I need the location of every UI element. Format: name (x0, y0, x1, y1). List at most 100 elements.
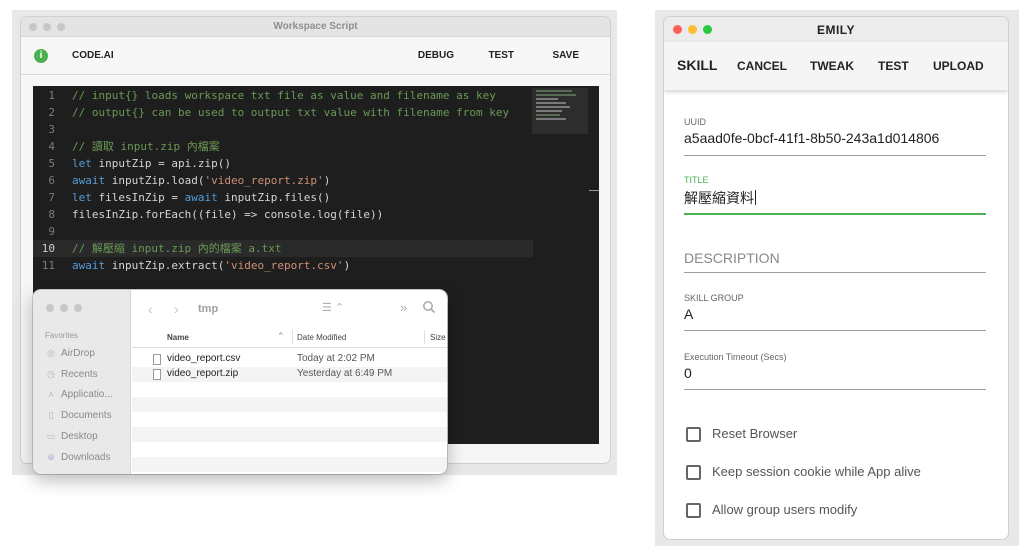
code-token: filesInZip.forEach((file) => console.log… (72, 208, 384, 221)
workspace-titlebar: Workspace Script (21, 17, 610, 37)
info-icon[interactable]: i (34, 49, 48, 63)
code-text[interactable]: let filesInZip = await inputZip.files() (72, 189, 330, 206)
sidebar-item-label: Applicatio... (61, 389, 113, 401)
code-line[interactable]: 10 // 解壓縮 input.zip 內的檔案 a.txt (33, 240, 533, 257)
editor-minimap[interactable] (532, 88, 588, 134)
search-icon[interactable] (422, 300, 436, 314)
code-text[interactable]: filesInZip.forEach((file) => console.log… (72, 206, 383, 223)
code-line[interactable]: 3 (33, 121, 533, 138)
sort-chevron-icon[interactable]: ⌃ (277, 331, 285, 342)
tab-skill[interactable]: SKILL (677, 57, 717, 73)
forward-chevron-icon[interactable]: › (174, 301, 179, 317)
title-field[interactable]: TITLE 解壓縮資料 (684, 175, 986, 215)
code-line[interactable]: 7 let filesInZip = await inputZip.files() (33, 189, 533, 206)
finder-minimize-icon[interactable] (60, 304, 68, 312)
file-icon (153, 369, 161, 380)
code-token: 'video_report.zip' (204, 174, 324, 187)
download-icon: ⊕ (47, 451, 55, 462)
description-field[interactable]: DESCRIPTION (684, 250, 986, 273)
line-number: 3 (48, 123, 55, 136)
code-token: // input{} loads workspace txt file as v… (72, 89, 496, 102)
code-text[interactable]: await inputZip.extract('video_report.csv… (72, 257, 350, 274)
sidebar-item-downloads[interactable]: ⊕ Downloads (46, 450, 110, 464)
code-token: // output{} can be used to output txt va… (72, 106, 510, 119)
app-name: CODE.AI (72, 50, 114, 61)
code-text[interactable]: // output{} can be used to output txt va… (72, 104, 509, 121)
uuid-field[interactable]: UUID a5aad0fe-0bcf-41f1-8b50-243a1d01480… (684, 117, 986, 156)
code-token: let (72, 157, 92, 170)
code-text[interactable]: // 解壓縮 input.zip 內的檔案 a.txt (72, 240, 281, 257)
cancel-button[interactable]: CANCEL (737, 59, 787, 73)
code-line[interactable]: 2 // output{} can be used to output txt v… (33, 104, 533, 121)
favorites-heading: Favorites (45, 331, 78, 340)
sidebar-item-label: Recents (61, 368, 98, 380)
code-text[interactable]: // input{} loads workspace txt file as v… (72, 87, 496, 104)
checkbox-label: Reset Browser (712, 426, 798, 441)
save-button[interactable]: SAVE (553, 50, 580, 61)
sidebar-item-documents[interactable]: ▯ Documents (46, 408, 112, 422)
file-list-header: Name ⌃ Date Modified Size (132, 328, 447, 348)
date-column-header[interactable]: Date Modified (297, 333, 346, 342)
execution-timeout-value[interactable]: 0 (684, 365, 692, 381)
code-line[interactable]: 8 filesInZip.forEach((file) => console.lo… (33, 206, 533, 223)
test-button[interactable]: TEST (488, 50, 514, 61)
code-line[interactable]: 6 await inputZip.load('video_report.zip') (33, 172, 533, 189)
more-chevron-icon[interactable]: » (400, 300, 407, 315)
code-token: // 讀取 input.zip 內檔案 (72, 140, 220, 153)
emily-window-title: EMILY (816, 23, 856, 37)
checkbox[interactable] (686, 503, 701, 518)
code-line[interactable]: 1 // input{} loads workspace txt file as … (33, 87, 533, 104)
name-column-header[interactable]: Name (167, 333, 189, 342)
finder-close-icon[interactable] (46, 304, 54, 312)
code-line[interactable]: 11 await inputZip.extract('video_report.c… (33, 257, 533, 274)
test-button[interactable]: TEST (878, 59, 909, 73)
line-number: 2 (48, 106, 55, 119)
code-line[interactable]: 5 let inputZip = api.zip() (33, 155, 533, 172)
code-token: await (184, 191, 218, 204)
title-value: 解壓縮資料 (684, 190, 754, 206)
sidebar-item-recents[interactable]: ◷ Recents (46, 367, 98, 381)
line-number: 8 (48, 208, 55, 221)
sidebar-item-airdrop[interactable]: ◎ AirDrop (46, 346, 95, 360)
code-token: inputZip.load( (105, 174, 205, 187)
code-text[interactable]: await inputZip.load('video_report.zip') (72, 172, 330, 189)
execution-timeout-field[interactable]: Execution Timeout (Secs) 0 (684, 352, 986, 390)
workspace-screenshot-frame: Workspace Script i CODE.AI DEBUG TEST SA… (12, 10, 617, 475)
clock-icon: ◷ (47, 368, 55, 379)
uuid-label: UUID (684, 117, 706, 127)
empty-row (132, 397, 447, 412)
debug-button[interactable]: DEBUG (418, 50, 454, 61)
checkbox[interactable] (686, 427, 701, 442)
code-token: inputZip.files() (217, 191, 331, 204)
line-number: 10 (41, 242, 55, 255)
sidebar-item-label: Documents (61, 410, 112, 422)
file-icon (153, 354, 161, 365)
finder-zoom-icon[interactable] (74, 304, 82, 312)
code-line[interactable]: 4 // 讀取 input.zip 內檔案 (33, 138, 533, 155)
file-row[interactable]: video_report.zip Yesterday at 6:49 PM (132, 367, 447, 382)
sidebar-item-desktop[interactable]: ▭ Desktop (46, 429, 98, 443)
upload-button[interactable]: UPLOAD (933, 59, 984, 73)
tweak-button[interactable]: TWEAK (810, 59, 854, 73)
size-column-header[interactable]: Size (430, 333, 446, 342)
current-folder-name: tmp (198, 303, 219, 315)
checkbox[interactable] (686, 465, 701, 480)
uuid-value[interactable]: a5aad0fe-0bcf-41f1-8b50-243a1d014806 (684, 130, 939, 146)
skill-group-field[interactable]: SKILL GROUP A (684, 293, 986, 331)
skill-group-value[interactable]: A (684, 306, 693, 322)
empty-row (132, 457, 447, 472)
empty-row (132, 412, 447, 427)
file-row[interactable]: video_report.csv Today at 2:02 PM (132, 352, 447, 367)
title-input[interactable]: 解壓縮資料 (684, 188, 756, 208)
description-placeholder[interactable]: DESCRIPTION (684, 250, 780, 266)
skill-group-label: SKILL GROUP (684, 293, 744, 303)
code-text[interactable]: // 讀取 input.zip 內檔案 (72, 138, 220, 155)
back-chevron-icon[interactable]: ‹ (148, 301, 153, 317)
column-divider (424, 330, 425, 344)
code-token: inputZip.extract( (105, 259, 225, 272)
sidebar-item-applicatio[interactable]: ⋏ Applicatio... (46, 387, 113, 401)
code-text[interactable]: let inputZip = api.zip() (72, 155, 231, 172)
editor-scroll-indicator[interactable] (589, 190, 599, 191)
code-line[interactable]: 9 (33, 223, 533, 240)
list-view-icon[interactable]: ☰ ⌃ (322, 301, 344, 314)
